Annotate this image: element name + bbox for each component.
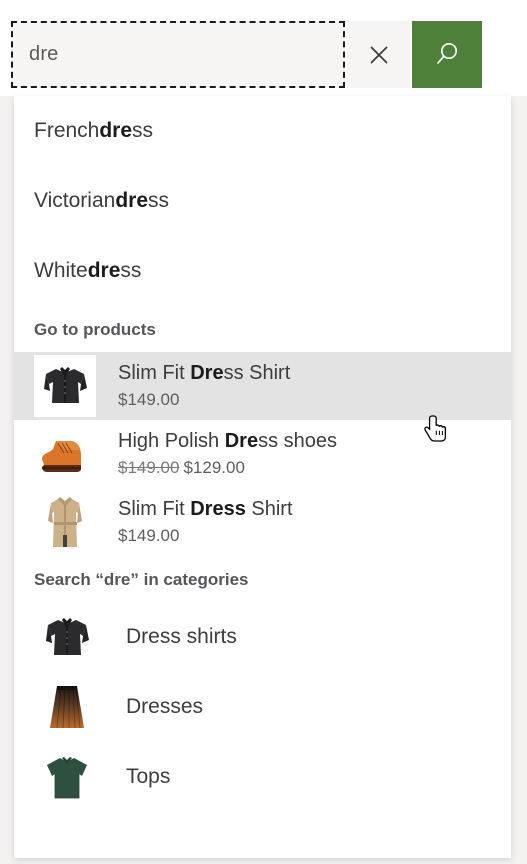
black-dress-shirt-thumb xyxy=(38,608,96,666)
product-title-prefix: High Polish xyxy=(118,429,225,452)
suggestion-text-suffix: ss xyxy=(120,259,142,282)
suggestion-text-match: dre xyxy=(87,259,121,282)
products-section-header: Go to products xyxy=(34,320,156,339)
search-bar xyxy=(0,0,527,96)
suggestion-item[interactable]: French dre ss xyxy=(14,96,511,166)
suggestion-text-match: dre xyxy=(99,119,133,142)
suggestion-text-prefix: White xyxy=(34,259,88,282)
product-title-suffix: ss Shirt xyxy=(223,361,291,384)
product-result-row[interactable]: Slim Fit Dress Shirt $149.00 xyxy=(14,488,511,556)
suggestion-text-match: dre xyxy=(115,189,149,212)
category-label: Dresses xyxy=(126,695,204,718)
product-title-match: Dre xyxy=(190,361,224,384)
product-title-suffix: ss shoes xyxy=(258,429,338,452)
product-result-row[interactable]: High Polish Dress shoes $149.00 $129.00 xyxy=(14,420,511,488)
category-label: Tops xyxy=(126,765,171,788)
suggestion-text-suffix: ss xyxy=(132,119,154,142)
orange-dress-shoe-thumb xyxy=(34,423,96,485)
product-current-price: $149.00 xyxy=(118,525,180,545)
clear-search-button[interactable] xyxy=(347,21,411,88)
product-title: High Polish Dress shoes xyxy=(118,428,337,454)
category-result-row[interactable]: Dresses xyxy=(14,672,511,742)
search-input-container[interactable] xyxy=(11,21,345,88)
categories-section-header: Search “dre” in categories xyxy=(34,570,249,589)
suggestion-item[interactable]: Victorian dre ss xyxy=(14,166,511,236)
suggestion-text-prefix: Victorian xyxy=(34,189,116,212)
product-title-match: Dress xyxy=(190,497,246,520)
brown-pleated-skirt-thumb xyxy=(38,678,96,736)
submit-search-button[interactable] xyxy=(412,21,482,88)
product-info: Slim Fit Dress Shirt $149.00 xyxy=(118,496,293,549)
close-icon xyxy=(364,40,394,70)
product-price: $149.00 $129.00 xyxy=(118,455,337,481)
product-current-price: $149.00 xyxy=(118,389,180,409)
product-title-match: Dre xyxy=(224,429,259,452)
product-current-price: $129.00 xyxy=(183,457,245,477)
product-title-suffix: Shirt xyxy=(245,497,293,520)
product-title-prefix: Slim Fit xyxy=(118,497,191,520)
category-result-row[interactable]: Dress shirts xyxy=(14,602,511,672)
term-suggestions-list: French dre ss Victorian dre ss White dre ss xyxy=(14,96,511,306)
search-input[interactable] xyxy=(13,23,343,86)
product-result-row[interactable]: Slim Fit Dress Shirt $149.00 xyxy=(14,352,511,420)
product-price: $149.00 xyxy=(118,523,293,549)
suggestion-item[interactable]: White dre ss xyxy=(14,236,511,306)
search-icon xyxy=(430,38,464,72)
tan-trench-coat-thumb xyxy=(34,491,96,553)
search-overlay-screen: French dress Victorian dress White dress… xyxy=(0,0,527,864)
search-suggestions-panel: French dre ss Victorian dre ss White dre ss… xyxy=(14,96,511,858)
green-tshirt-thumb xyxy=(38,748,96,806)
category-result-row[interactable]: Tops xyxy=(14,742,511,812)
category-label: Dress shirts xyxy=(126,625,237,648)
product-title: Slim Fit Dress Shirt xyxy=(118,360,290,386)
suggestion-text-suffix: ss xyxy=(148,189,170,212)
black-dress-shirt-thumb xyxy=(34,355,96,417)
product-title: Slim Fit Dress Shirt xyxy=(118,496,293,522)
product-title-prefix: Slim Fit xyxy=(118,361,191,384)
product-price: $149.00 xyxy=(118,387,290,413)
product-old-price: $149.00 xyxy=(118,457,180,477)
product-info: High Polish Dress shoes $149.00 $129.00 xyxy=(118,428,337,481)
product-info: Slim Fit Dress Shirt $149.00 xyxy=(118,360,290,413)
suggestion-text-prefix: French xyxy=(34,119,100,142)
